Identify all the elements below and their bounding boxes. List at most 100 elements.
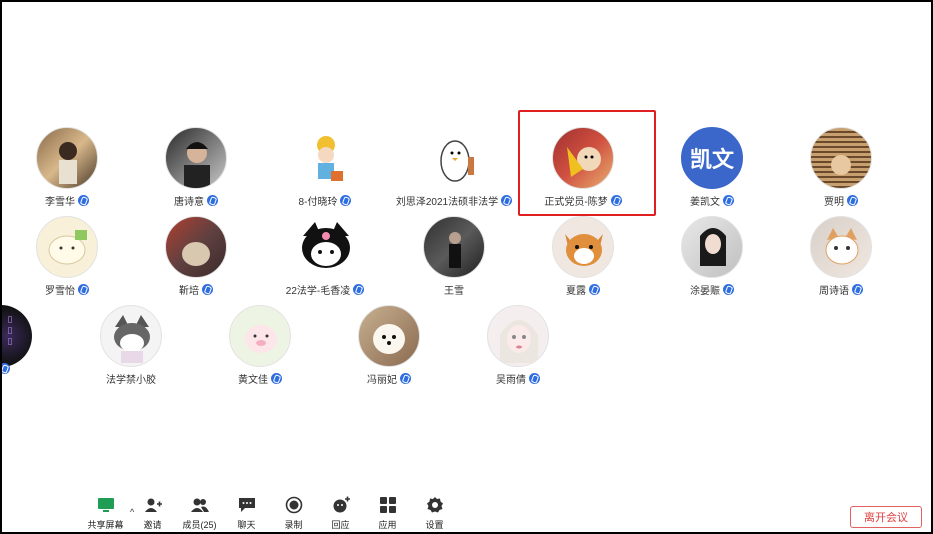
chat-label: 聊天 — [237, 520, 256, 530]
record-icon — [285, 496, 303, 514]
participant-tile[interactable]: 法学禁小胶 — [66, 305, 196, 386]
record-button[interactable]: 录制 — [270, 496, 317, 532]
mic-icon — [207, 195, 218, 206]
participant-name: 贾明 — [776, 193, 906, 208]
highlight-box — [518, 110, 656, 216]
mic-icon — [78, 284, 89, 295]
participant-name: 李雪华 — [2, 193, 132, 208]
avatar — [810, 216, 872, 278]
participant-grid: 李雪华 唐诗意 8-付晓玲 刘思泽2021法硕非法学 正式党员-陈梦 凯文 姜凯… — [2, 2, 931, 472]
avatar — [681, 216, 743, 278]
mic-icon — [400, 373, 411, 384]
participant-name: 吴雨倩 — [453, 371, 583, 386]
participant-name: 罗雪怡 — [2, 282, 132, 297]
meeting-window: 李雪华 唐诗意 8-付晓玲 刘思泽2021法硕非法学 正式党员-陈梦 凯文 姜凯… — [2, 2, 931, 532]
participant-tile[interactable]: 王雪 — [389, 216, 519, 297]
dog-avatar-icon — [373, 324, 405, 354]
apps-icon — [379, 496, 397, 514]
record-label: 录制 — [284, 520, 303, 530]
photo-woman-avatar-icon — [700, 228, 726, 266]
participant-name: 涂晏赈 — [647, 282, 777, 297]
mic-icon — [202, 284, 213, 295]
photo-woman-avatar-icon — [59, 142, 77, 184]
mic-icon — [501, 195, 513, 206]
participant-tile[interactable]: 罗雪怡 — [2, 216, 132, 297]
apps-button[interactable]: 应用 — [364, 496, 411, 532]
participant-tile[interactable]: 靳培 — [131, 216, 261, 297]
avatar — [165, 127, 227, 189]
avatar — [294, 127, 356, 189]
mic-icon — [340, 195, 352, 206]
invite-button[interactable]: 邀请 — [129, 496, 176, 532]
participant-name: 唐诗意 — [131, 193, 261, 208]
mic-icon — [529, 373, 540, 384]
participant-name: 22法学-毛香凌 — [260, 282, 390, 297]
participant-name: 冯丽妃 — [324, 371, 454, 386]
chat-icon — [238, 496, 256, 514]
mic-icon — [353, 284, 365, 295]
participant-name: 姜凯文 — [647, 193, 777, 208]
participant-tile[interactable]: 涂晏赈 — [647, 216, 777, 297]
reactions-button[interactable]: 回应 — [317, 496, 364, 532]
participant-tile[interactable]: 22法学-毛香凌 — [260, 216, 390, 297]
pig-cartoon-avatar-icon — [245, 325, 277, 353]
kuromi-avatar-icon — [114, 315, 150, 363]
mic-icon — [589, 284, 600, 295]
photo-avatar-icon — [831, 155, 851, 175]
photo-avatar-icon — [182, 242, 210, 266]
mic-icon — [2, 363, 10, 374]
gear-icon — [426, 496, 444, 514]
avatar — [36, 216, 98, 278]
leave-meeting-button[interactable]: 离开会议 — [850, 506, 922, 528]
participant-tile[interactable]: 刘思泽2021法硕非法学 — [389, 127, 519, 208]
meeting-toolbar: 共享屏幕 邀请 成员(25) 聊天 录制 回应 应用 设置 — [82, 496, 458, 532]
share-screen-button[interactable]: 共享屏幕 — [82, 496, 129, 532]
participant-name: 黄文佳 — [195, 371, 325, 386]
chat-button[interactable]: 聊天 — [223, 496, 270, 532]
participant-tile[interactable]: 夏露 — [518, 216, 648, 297]
participant-tile[interactable]: 冯丽妃 — [324, 305, 454, 386]
members-button[interactable]: 成员(25) — [176, 496, 223, 532]
reactions-label: 回应 — [331, 520, 350, 530]
partial-avatar[interactable] — [2, 305, 32, 367]
participant-name: 刘思泽2021法硕非法学 — [389, 193, 519, 208]
duck-cartoon-avatar-icon — [440, 140, 474, 182]
participant-name: 法学禁小胶 — [106, 375, 156, 386]
mic-icon — [723, 195, 734, 206]
participant-tile[interactable]: 唐诗意 — [131, 127, 261, 208]
participant-name: 靳培 — [131, 282, 261, 297]
participant-tile[interactable]: 李雪华 — [2, 127, 132, 208]
participant-tile[interactable]: 8-付晓玲 — [260, 127, 390, 208]
mic-icon — [723, 284, 734, 295]
share-options-caret-icon[interactable]: ^ — [130, 507, 134, 517]
photo-man-avatar-icon — [449, 232, 461, 268]
avatar — [358, 305, 420, 367]
apps-label: 应用 — [378, 520, 397, 530]
cartoon-avatar-icon — [48, 230, 87, 265]
settings-label: 设置 — [425, 520, 444, 530]
invite-label: 邀请 — [143, 520, 162, 530]
avatar — [423, 216, 485, 278]
avatar — [294, 216, 356, 278]
participant-name: 8-付晓玲 — [260, 193, 390, 208]
mic-icon — [78, 195, 89, 206]
participant-tile[interactable]: 凯文 姜凯文 — [647, 127, 777, 208]
avatar — [229, 305, 291, 367]
avatar — [810, 127, 872, 189]
mic-icon — [847, 195, 858, 206]
participant-tile[interactable]: 周诗语 — [776, 216, 906, 297]
invite-icon — [144, 496, 162, 514]
participant-tile[interactable]: 吴雨倩 — [453, 305, 583, 386]
photo-man-avatar-icon — [184, 142, 210, 188]
settings-button[interactable]: 设置 — [411, 496, 458, 532]
participant-name: 王雪 — [444, 286, 464, 297]
share-screen-icon — [97, 496, 115, 514]
doll-avatar-icon — [500, 320, 538, 363]
participant-tile[interactable]: 贾明 — [776, 127, 906, 208]
avatar: 凯文 — [681, 127, 743, 189]
participant-tile[interactable]: 黄文佳 — [195, 305, 325, 386]
participant-name: 夏露 — [518, 282, 648, 297]
avatar — [423, 127, 485, 189]
cartoon-avatar-icon — [317, 136, 343, 181]
participant-name: 周诗语 — [776, 282, 906, 297]
